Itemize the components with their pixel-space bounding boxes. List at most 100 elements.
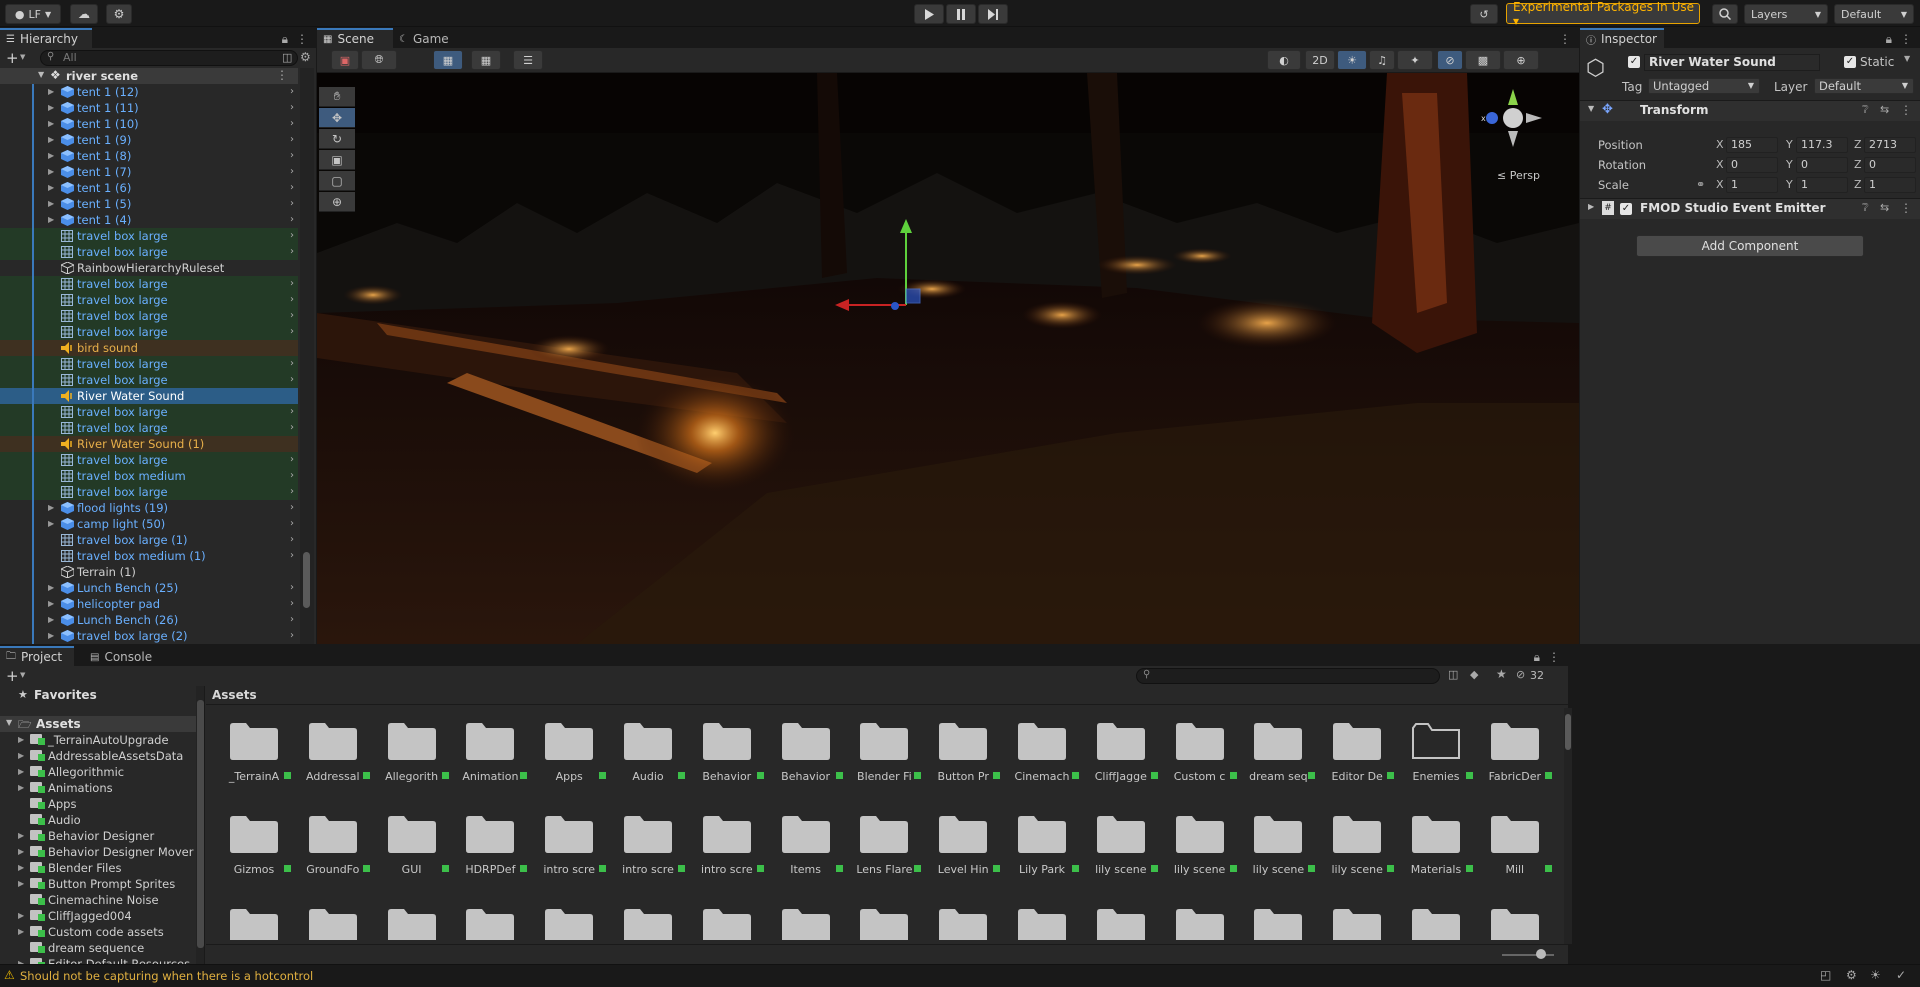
hierarchy-item[interactable]: ▶ tent 1 (7) ›	[0, 164, 298, 180]
audio-toggle[interactable]: ♫	[1369, 50, 1395, 70]
constrain-proportions-icon[interactable]: ⚭	[1696, 178, 1705, 191]
asset-folder[interactable]	[939, 815, 988, 853]
assets-root-row[interactable]: ▼ 🗁︎ Assets	[0, 716, 196, 732]
hierarchy-item[interactable]: bird sound	[0, 340, 298, 356]
expand-arrow-icon[interactable]: ▶	[48, 180, 54, 196]
expand-arrow-icon[interactable]: ▶	[48, 612, 54, 628]
tab-game[interactable]: ☾ Game	[393, 28, 461, 48]
lock-icon[interactable]: 🔒︎	[1534, 650, 1540, 665]
asset-folder[interactable]	[624, 722, 672, 760]
expand-arrow-icon[interactable]: ▶	[18, 828, 24, 844]
hierarchy-item[interactable]: travel box medium ›	[0, 468, 298, 484]
search-by-type-icon[interactable]: ◫	[1448, 668, 1458, 681]
folder-tree-item[interactable]: ▶ Behavior Designer	[0, 828, 200, 844]
expand-arrow-icon[interactable]: ▶	[48, 84, 54, 100]
asset-folder[interactable]	[1018, 722, 1066, 760]
expand-arrow-icon[interactable]: ▶	[48, 148, 54, 164]
hierarchy-item[interactable]: Terrain (1)	[0, 564, 298, 580]
transform-tool[interactable]: ⊕	[319, 192, 355, 212]
chevron-right-icon[interactable]: ›	[290, 308, 294, 324]
asset-folder[interactable]	[387, 815, 436, 853]
hidden-objects-toggle[interactable]: ⊘	[1437, 50, 1463, 70]
search-button[interactable]	[1712, 4, 1738, 24]
asset-folder[interactable]	[545, 722, 594, 760]
chevron-right-icon[interactable]: ›	[290, 132, 294, 148]
grid-scroll-thumb[interactable]	[1565, 714, 1571, 750]
chevron-right-icon[interactable]: ›	[290, 356, 294, 372]
asset-folder[interactable]	[939, 908, 988, 940]
axis-x-label[interactable]: X	[1716, 158, 1724, 171]
hierarchy-item[interactable]: travel box large ›	[0, 308, 298, 324]
axis-z-label[interactable]: Z	[1854, 178, 1862, 191]
move-tool[interactable]: ✥	[319, 108, 355, 128]
chevron-down-icon[interactable]: ▼	[1904, 54, 1910, 63]
folder-tree-item[interactable]: ▶ Allegorithmic	[0, 764, 200, 780]
asset-folder[interactable]	[308, 722, 357, 760]
more-menu-icon[interactable]: ⋮	[1559, 32, 1571, 46]
step-button[interactable]	[978, 4, 1008, 24]
cloud-button[interactable]: ☁	[70, 4, 98, 24]
asset-folder[interactable]	[860, 815, 909, 853]
grid-toggle[interactable]: ▦	[471, 50, 501, 70]
asset-folder[interactable]	[781, 722, 830, 760]
chevron-right-icon[interactable]: ›	[290, 532, 294, 548]
asset-folder[interactable]	[230, 815, 278, 853]
expand-arrow-icon[interactable]: ▶	[18, 924, 24, 940]
preset-icon[interactable]: ⇆	[1880, 201, 1889, 214]
static-checkbox[interactable]: ✓	[1844, 56, 1856, 68]
folder-tree-item[interactable]: ▶ Button Prompt Sprites	[0, 876, 200, 892]
hierarchy-item[interactable]: travel box large ›	[0, 372, 298, 388]
asset-folder[interactable]	[1333, 815, 1382, 853]
chevron-right-icon[interactable]: ›	[290, 580, 294, 596]
scale-tool[interactable]: ▣	[319, 150, 355, 170]
axis-x-label[interactable]: X	[1716, 178, 1724, 191]
axis-y-label[interactable]: Y	[1786, 158, 1793, 171]
help-icon[interactable]: ❔︎	[1862, 201, 1869, 215]
transform-scale-x-field[interactable]: 1	[1726, 177, 1778, 193]
hierarchy-item[interactable]: ▶ Lunch Bench (25) ›	[0, 580, 298, 596]
folder-tree-item[interactable]: Cinemachine Noise	[0, 892, 200, 908]
asset-folder[interactable]	[939, 722, 988, 760]
hierarchy-item[interactable]: travel box large ›	[0, 324, 298, 340]
scene-viewport[interactable]: ✋︎ ✥ ↻ ▣ ▢ ⊕ x ≤ Persp	[317, 73, 1579, 644]
chevron-right-icon[interactable]: ›	[290, 484, 294, 500]
expand-arrow-icon[interactable]: ▶	[48, 196, 54, 212]
hierarchy-search-input[interactable]: ⚲ All	[40, 50, 298, 66]
star-icon[interactable]: ★	[1496, 667, 1507, 681]
expand-arrow-icon[interactable]: ▶	[48, 516, 54, 532]
active-checkbox[interactable]: ✓	[1628, 56, 1640, 68]
orientation-gizmo[interactable]: x	[1478, 83, 1548, 153]
chevron-right-icon[interactable]: ›	[290, 148, 294, 164]
tree-scroll-thumb[interactable]	[197, 700, 204, 948]
chevron-right-icon[interactable]: ›	[290, 324, 294, 340]
hierarchy-item[interactable]: ▶ helicopter pad ›	[0, 596, 298, 612]
chevron-right-icon[interactable]: ›	[290, 420, 294, 436]
asset-folder[interactable]	[702, 908, 751, 940]
persp-label[interactable]: ≤ Persp	[1497, 169, 1540, 182]
hierarchy-item[interactable]: River Water Sound (1)	[0, 436, 298, 452]
hierarchy-item[interactable]: travel box large ›	[0, 420, 298, 436]
asset-folder[interactable]	[1412, 722, 1460, 760]
lock-icon[interactable]: 🔒︎	[1886, 32, 1892, 47]
chevron-right-icon[interactable]: ›	[290, 244, 294, 260]
hierarchy-scroll-thumb[interactable]	[303, 552, 310, 608]
asset-folder[interactable]	[702, 722, 751, 760]
tag-dropdown[interactable]: Untagged ▼	[1648, 78, 1760, 94]
transform-header[interactable]: ▼ ✥ Transform ❔︎ ⇆ ⋮	[1580, 101, 1920, 121]
transform-rotation-y-field[interactable]: 0	[1796, 157, 1848, 173]
transform-position-z-field[interactable]: 2713	[1864, 137, 1916, 153]
collab-button[interactable]: ⚙	[106, 4, 132, 24]
hierarchy-item[interactable]: travel box large ›	[0, 452, 298, 468]
asset-folder[interactable]	[466, 815, 515, 853]
chevron-down-icon[interactable]: ▼	[20, 53, 25, 61]
tab-inspector[interactable]: ⓘ Inspector	[1580, 28, 1664, 48]
hierarchy-item[interactable]: ▶ tent 1 (6) ›	[0, 180, 298, 196]
tree-scrollbar[interactable]	[196, 686, 204, 964]
hierarchy-item[interactable]: ▶ tent 1 (11) ›	[0, 100, 298, 116]
hierarchy-item[interactable]: ▶ tent 1 (12) ›	[0, 84, 298, 100]
expand-arrow-icon[interactable]: ▶	[18, 844, 24, 860]
folder-tree-item[interactable]: ▶ Blender Files	[0, 860, 200, 876]
hierarchy-item[interactable]: travel box large ›	[0, 292, 298, 308]
asset-folder[interactable]	[1254, 908, 1303, 940]
expand-arrow-icon[interactable]: ▼	[6, 718, 12, 727]
